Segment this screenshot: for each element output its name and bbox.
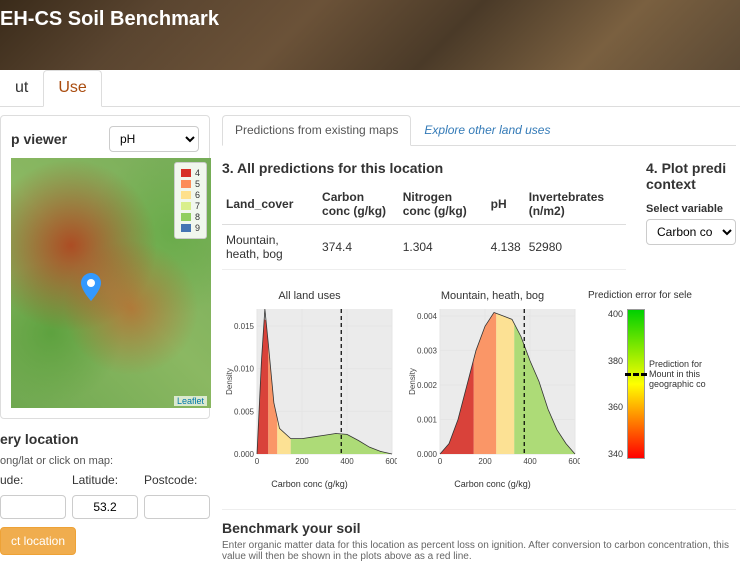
svg-text:0: 0 — [438, 457, 443, 466]
col-landcover: Land_cover — [222, 184, 318, 225]
svg-text:0.000: 0.000 — [417, 450, 438, 459]
postcode-label: Postcode: — [144, 473, 210, 487]
select-location-button[interactable]: ct location — [0, 527, 76, 555]
section4-title: 4. Plot predi context — [646, 160, 736, 192]
svg-text:400: 400 — [523, 457, 537, 466]
predictions-table: Land_cover Carbon conc (g/kg) Nitrogen c… — [222, 184, 626, 270]
svg-text:200: 200 — [478, 457, 492, 466]
latitude-input[interactable] — [72, 495, 138, 519]
table-row: Mountain, heath, bog 374.4 1.304 4.138 5… — [222, 225, 626, 270]
svg-text:400: 400 — [340, 457, 354, 466]
map-attribution[interactable]: Leaflet — [174, 396, 207, 406]
tab-explore-landuses[interactable]: Explore other land uses — [411, 115, 563, 145]
svg-text:Density: Density — [408, 368, 417, 395]
benchmark-title: Benchmark your soil — [222, 520, 736, 536]
tab-about[interactable]: ut — [0, 70, 43, 106]
svg-text:0.000: 0.000 — [234, 450, 255, 459]
svg-text:0.004: 0.004 — [417, 312, 438, 321]
svg-text:200: 200 — [295, 457, 309, 466]
svg-text:0.002: 0.002 — [417, 381, 438, 390]
query-location-title: ery location — [0, 431, 210, 447]
tab-use[interactable]: Use — [43, 70, 101, 107]
prediction-tabs: Predictions from existing maps Explore o… — [222, 115, 736, 146]
svg-text:0.001: 0.001 — [417, 415, 438, 424]
query-location-panel: ery location ong/lat or click on map: ud… — [0, 431, 210, 555]
benchmark-desc: Enter organic matter data for this locat… — [222, 540, 736, 562]
col-ph: pH — [487, 184, 525, 225]
map[interactable]: 4 5 6 7 8 9 Leaflet — [11, 158, 211, 408]
benchmark-section: Benchmark your soil Enter organic matter… — [222, 509, 736, 562]
chart-left-title: All land uses — [222, 290, 397, 302]
query-location-hint: ong/lat or click on map: — [0, 455, 210, 467]
svg-text:0.003: 0.003 — [417, 346, 438, 355]
postcode-input[interactable] — [144, 495, 210, 519]
map-viewer-panel: p viewer pH 4 5 6 7 8 9 Leaflet — [0, 115, 210, 419]
svg-text:600: 600 — [568, 457, 580, 466]
svg-text:600: 600 — [385, 457, 397, 466]
longitude-label: ude: — [0, 473, 66, 487]
col-carbon: Carbon conc (g/kg) — [318, 184, 399, 225]
latitude-label: Latitude: — [72, 473, 138, 487]
chart-error-title: Prediction error for sele — [588, 290, 728, 301]
chart-right-title: Mountain, heath, bog — [405, 290, 580, 302]
app-title: EH-CS Soil Benchmark — [0, 8, 740, 31]
plot-variable-select[interactable]: Carbon conc — [646, 219, 736, 245]
svg-text:0.005: 0.005 — [234, 407, 255, 416]
prediction-marker-line — [625, 373, 647, 376]
svg-text:0: 0 — [255, 457, 260, 466]
prediction-error-note: Prediction for Mount in this geographic … — [649, 359, 709, 389]
map-variable-select[interactable]: pH — [109, 126, 199, 152]
app-header: EH-CS Soil Benchmark — [0, 0, 740, 70]
svg-text:Density: Density — [225, 368, 234, 395]
chart-right-xlabel: Carbon conc (g/kg) — [405, 479, 580, 489]
col-inverts: Invertebrates (n/m2) — [525, 184, 626, 225]
svg-text:0.015: 0.015 — [234, 322, 255, 331]
chart-all-landuses: 0 200 400 600 0.000 0.005 0.010 0.015 Density — [222, 304, 397, 474]
svg-text:0.010: 0.010 — [234, 365, 255, 374]
map-legend: 4 5 6 7 8 9 — [174, 162, 207, 239]
map-viewer-title: p viewer — [11, 131, 67, 147]
section3-title: 3. All predictions for this location — [222, 160, 626, 176]
prediction-error-colorbar: 400 380 360 340 Prediction for Mount in … — [608, 309, 728, 459]
chart-left-xlabel: Carbon conc (g/kg) — [222, 479, 397, 489]
col-nitrogen: Nitrogen conc (g/kg) — [399, 184, 487, 225]
chart-mountain-heath-bog: 0 200 400 600 0.000 0.001 0.002 0.003 0.004 Densi… — [405, 304, 580, 474]
map-marker-icon[interactable] — [81, 273, 101, 304]
plot-variable-label: Select variable — [646, 203, 723, 215]
top-tabs: ut Use — [0, 70, 740, 107]
tab-predictions-maps[interactable]: Predictions from existing maps — [222, 115, 411, 146]
longitude-input[interactable] — [0, 495, 66, 519]
